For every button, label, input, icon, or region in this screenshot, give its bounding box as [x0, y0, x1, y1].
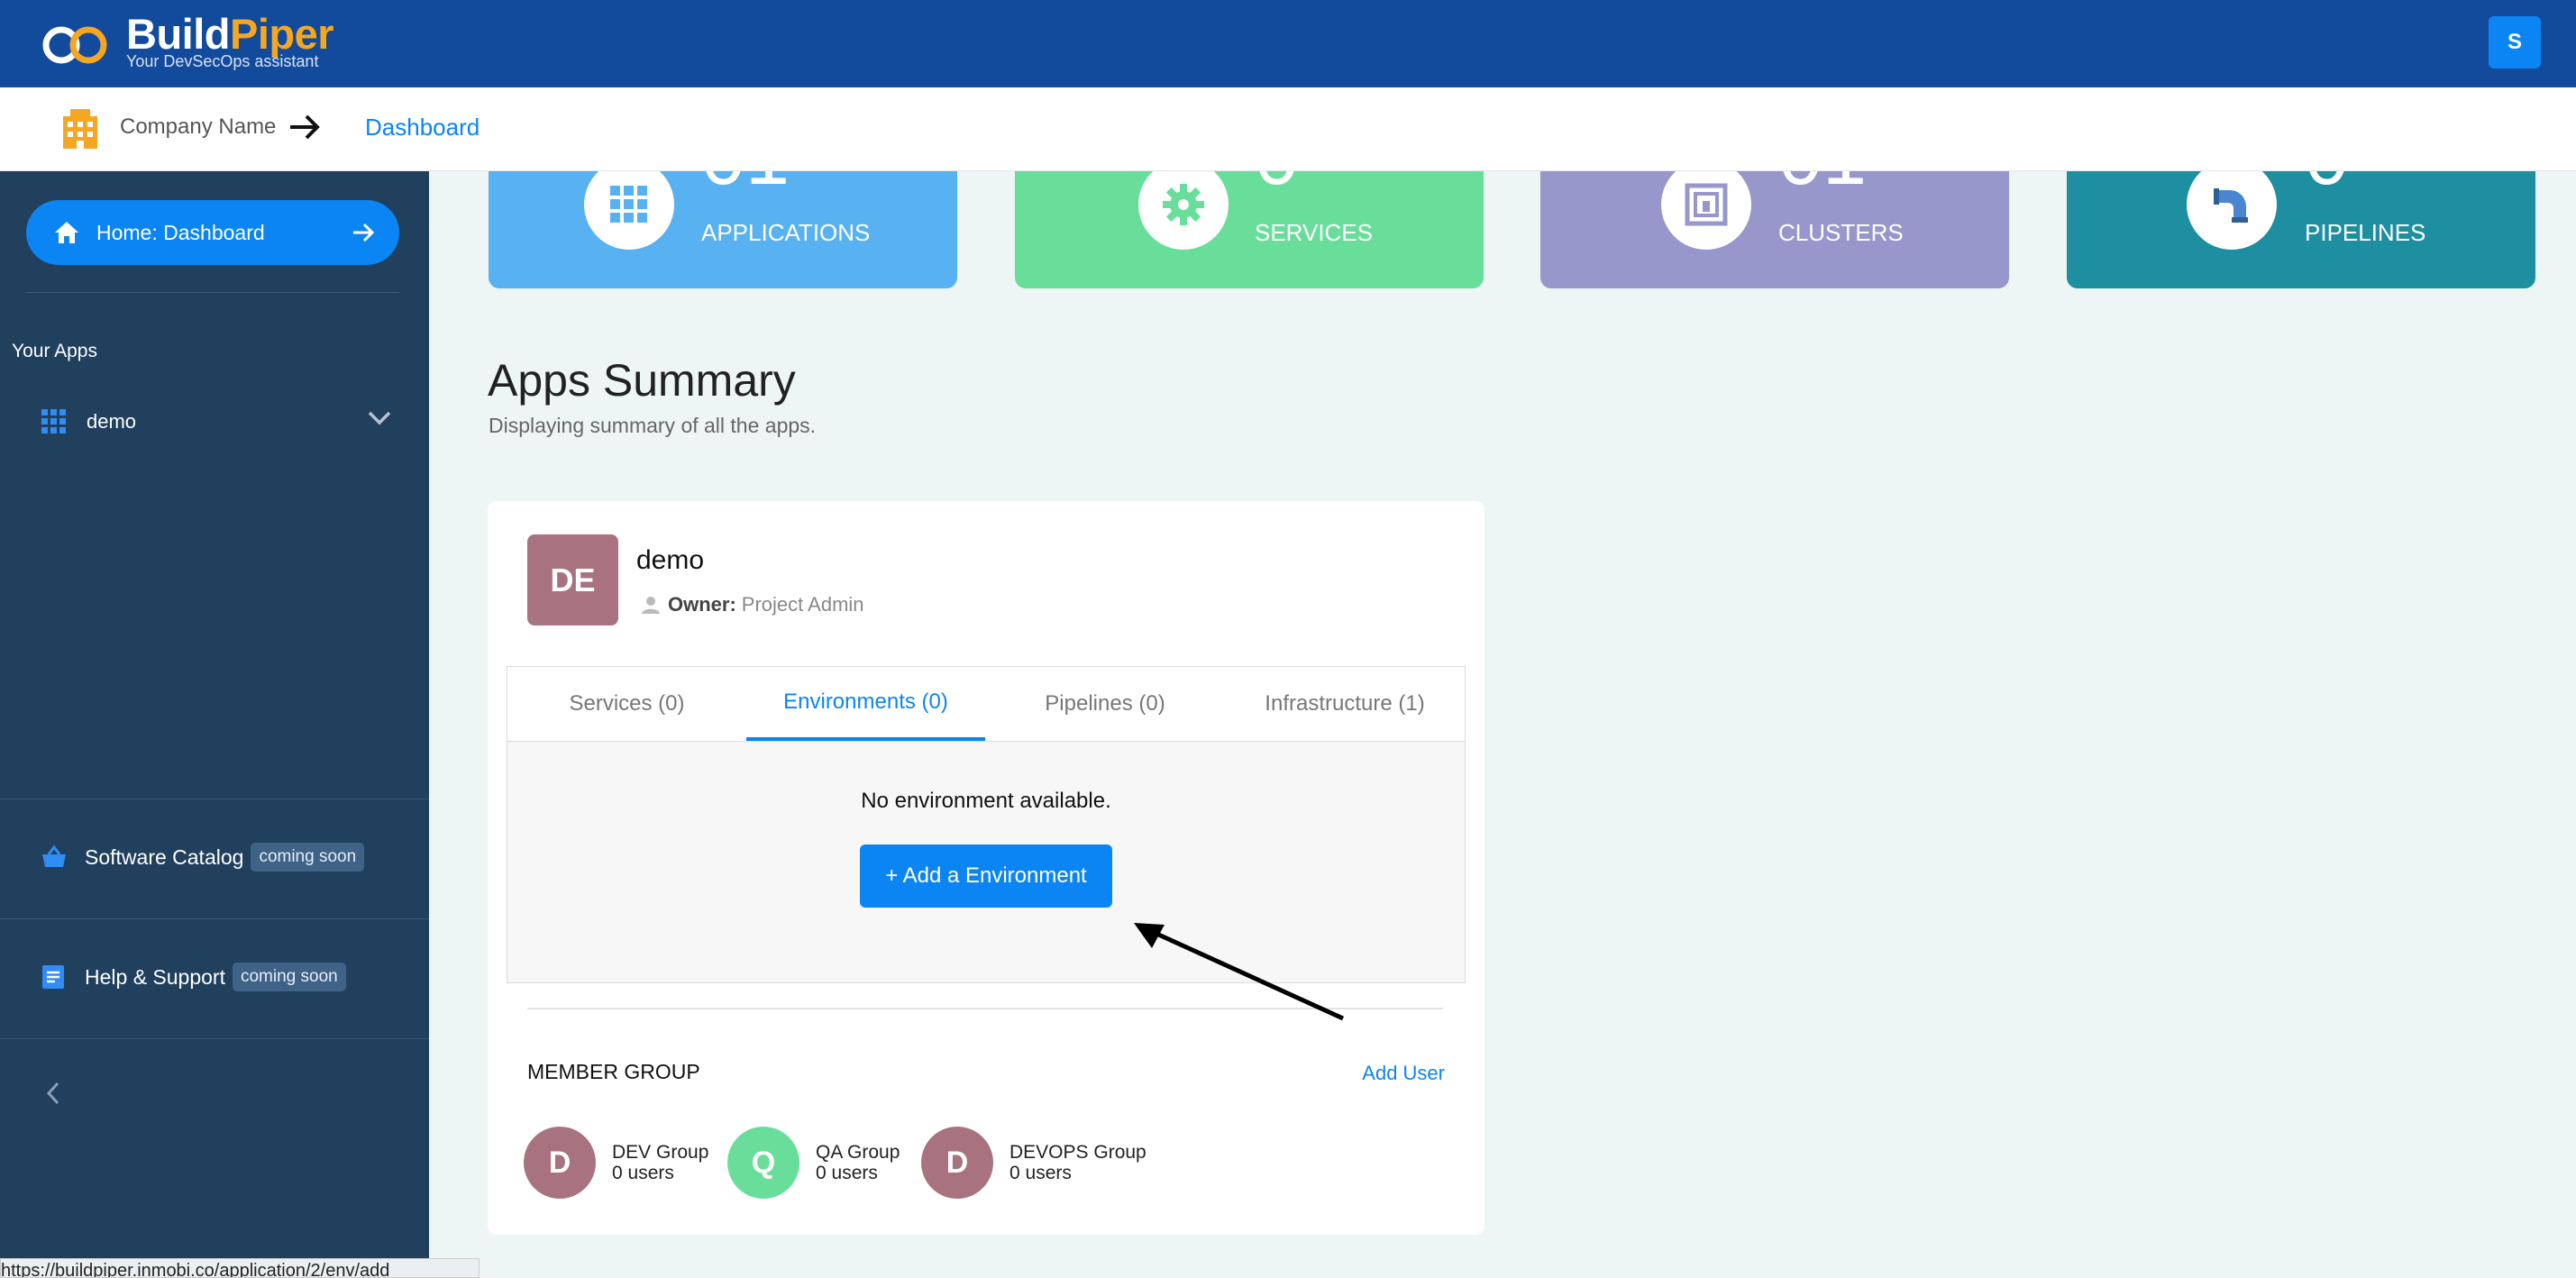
tab-services[interactable]: Services (0) — [507, 667, 746, 741]
breadcrumb: Company Name Dashboard — [0, 87, 2576, 171]
browser-status-url: https://buildpiper.inmobi.co/application… — [0, 1258, 480, 1278]
help-support-label: Help & Support — [85, 964, 225, 989]
clusters-count: 01 — [1778, 171, 1867, 196]
stat-card-clusters[interactable]: 01 CLUSTERS — [1540, 171, 2009, 288]
app-owner: Owner: Project Admin — [641, 593, 864, 616]
user-avatar-button[interactable]: S — [2489, 16, 2541, 68]
member-group-dev[interactable]: D DEV Group 0 users — [524, 1127, 708, 1199]
group-users: 0 users — [612, 1163, 674, 1183]
gear-icon — [1138, 171, 1229, 250]
arrow-right-icon — [290, 114, 320, 140]
stat-card-pipelines[interactable]: 0 PIPELINES — [2067, 171, 2535, 288]
group-avatar: D — [524, 1127, 596, 1199]
breadcrumb-dashboard[interactable]: Dashboard — [365, 114, 480, 141]
sidebar: Home: Dashboard Your Apps demo Software … — [0, 171, 429, 1276]
tab-pipelines[interactable]: Pipelines (0) — [985, 667, 1225, 741]
applications-label: APPLICATIONS — [701, 219, 871, 246]
document-icon — [42, 965, 64, 989]
apps-grid-icon — [41, 409, 66, 434]
group-users: 0 users — [816, 1163, 878, 1183]
sidebar-divider — [26, 292, 399, 293]
home-dashboard-button[interactable]: Home: Dashboard — [26, 200, 399, 265]
brand-tagline: Your DevSecOps assistant — [126, 52, 319, 70]
member-group-heading: MEMBER GROUP — [527, 1060, 700, 1083]
group-name: DEVOPS Group — [1009, 1142, 1146, 1163]
home-icon — [55, 222, 78, 243]
clusters-label: CLUSTERS — [1778, 219, 1904, 246]
buildpiper-logo-icon — [42, 26, 107, 64]
sidebar-footer — [0, 1038, 429, 1277]
owner-value: Project Admin — [741, 593, 864, 616]
page-subtitle: Displaying summary of all the apps. — [489, 414, 817, 437]
chevron-down-icon[interactable] — [366, 409, 393, 427]
group-name: DEV Group — [612, 1142, 709, 1163]
add-environment-button[interactable]: + Add a Environment — [860, 844, 1112, 908]
services-count: 0 — [1255, 171, 1299, 196]
your-apps-heading: Your Apps — [12, 341, 97, 361]
sidebar-item-help-support[interactable]: Help & Support coming soon — [0, 918, 429, 1039]
group-name: QA Group — [816, 1142, 900, 1163]
breadcrumb-company[interactable]: Company Name — [120, 114, 276, 140]
top-header: BuildPiper Your DevSecOps assistant S — [0, 0, 2576, 87]
brand-name[interactable]: BuildPiper — [126, 9, 334, 59]
collapse-sidebar-chevron-icon[interactable] — [43, 1080, 63, 1107]
sidebar-item-software-catalog[interactable]: Software Catalog coming soon — [0, 799, 429, 919]
pipe-icon — [2187, 171, 2277, 250]
stat-card-applications[interactable]: 01 APPLICATIONS — [489, 171, 957, 288]
applications-count: 01 — [701, 171, 790, 196]
member-group-devops[interactable]: D DEVOPS Group 0 users — [921, 1127, 1146, 1199]
annotation-arrow-icon — [1134, 923, 1345, 1021]
coming-soon-badge: coming soon — [232, 963, 346, 991]
empty-environment-message: No environment available. — [861, 789, 1111, 813]
app-summary-card: DE demo Owner: Project Admin Services (0… — [488, 501, 1484, 1235]
page-title: Apps Summary — [488, 355, 796, 406]
owner-label: Owner: — [668, 593, 736, 616]
group-users: 0 users — [1009, 1163, 1072, 1183]
arrow-right-icon — [353, 223, 375, 242]
coming-soon-badge: coming soon — [251, 843, 365, 872]
pipelines-count: 0 — [2305, 171, 2349, 196]
group-avatar: D — [921, 1127, 993, 1199]
person-icon — [642, 597, 660, 614]
stat-card-services[interactable]: 0 SERVICES — [1015, 171, 1484, 288]
sidebar-item-demo[interactable]: demo — [41, 404, 393, 440]
cluster-icon — [1661, 171, 1751, 250]
app-avatar: DE — [527, 534, 618, 625]
sidebar-item-label: demo — [87, 410, 137, 433]
software-catalog-label: Software Catalog — [85, 844, 244, 869]
home-dashboard-label: Home: Dashboard — [96, 220, 265, 244]
tab-bar: Services (0) Environments (0) Pipelines … — [507, 667, 1465, 742]
tab-infrastructure[interactable]: Infrastructure (1) — [1225, 667, 1465, 741]
pipelines-label: PIPELINES — [2305, 219, 2426, 246]
add-user-link[interactable]: Add User — [1362, 1062, 1445, 1085]
member-group-qa[interactable]: Q QA Group 0 users — [727, 1127, 900, 1199]
app-name[interactable]: demo — [636, 545, 704, 576]
tab-environments[interactable]: Environments (0) — [746, 667, 985, 741]
group-avatar: Q — [727, 1127, 799, 1199]
basket-icon — [42, 845, 66, 867]
apps-grid-icon — [584, 171, 674, 250]
services-label: SERVICES — [1255, 219, 1374, 246]
building-icon — [63, 109, 97, 149]
